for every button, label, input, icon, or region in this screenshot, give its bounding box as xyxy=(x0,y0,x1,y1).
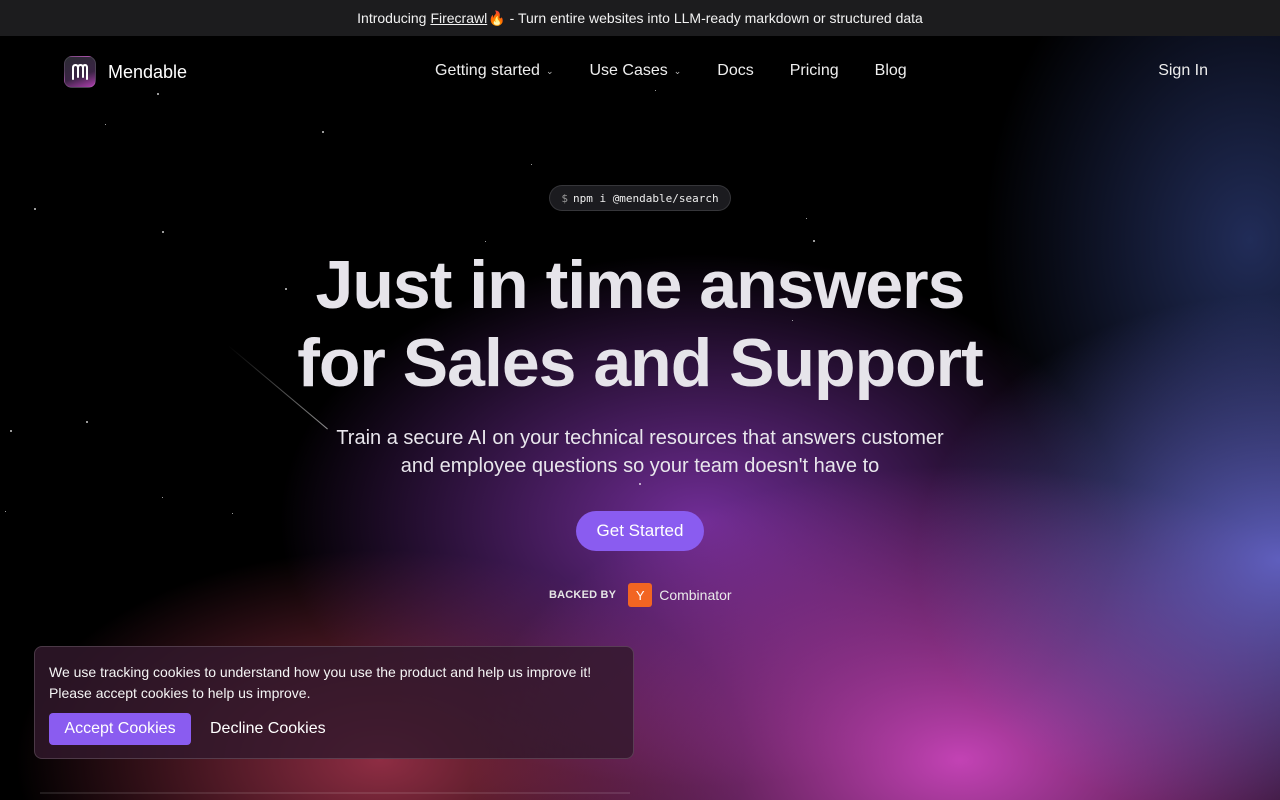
chevron-down-icon: ⌄ xyxy=(545,65,554,76)
headline-line-1: Just in time answers xyxy=(315,247,966,323)
star xyxy=(639,483,641,485)
star xyxy=(86,421,88,423)
decline-cookies-button[interactable]: Decline Cookies xyxy=(210,720,326,738)
star xyxy=(531,164,532,165)
star xyxy=(813,240,815,242)
nav-docs[interactable]: Docs xyxy=(717,62,753,80)
nav-pricing[interactable]: Pricing xyxy=(790,62,839,80)
backed-by-label: BACKED BY xyxy=(549,589,617,601)
cookie-actions: Accept Cookies Decline Cookies xyxy=(49,713,619,745)
subtitle-line-1: Train a secure AI on your technical reso… xyxy=(336,427,944,449)
y-combinator-logo-icon: Y xyxy=(628,583,653,607)
brand-logo[interactable]: Mendable xyxy=(64,56,187,88)
announcement-banner: Introducing Firecrawl 🔥 - Turn entire we… xyxy=(0,0,1280,36)
install-command: npm i @mendable/search xyxy=(572,191,719,205)
star xyxy=(105,124,106,125)
star xyxy=(485,241,486,242)
firecrawl-link[interactable]: Firecrawl xyxy=(430,10,487,26)
star xyxy=(232,513,233,514)
get-started-button[interactable]: Get Started xyxy=(576,511,704,551)
nav-item-label: Docs xyxy=(717,62,754,79)
nav-blog[interactable]: Blog xyxy=(875,62,907,80)
hero-headline: Just in time answers for Sales and Suppo… xyxy=(0,246,1280,402)
star xyxy=(10,430,12,432)
backed-by-badge: BACKED BY Y Combinator xyxy=(549,583,732,607)
star xyxy=(34,208,36,210)
mendable-logo-icon xyxy=(64,56,96,88)
nav-item-label: Blog xyxy=(874,62,907,79)
brand-name: Mendable xyxy=(108,61,188,82)
accept-cookies-button[interactable]: Accept Cookies xyxy=(49,713,191,745)
nav-item-label: Use Cases xyxy=(589,62,668,79)
cookie-message-line-2: Please accept cookies to help us improve… xyxy=(49,685,311,701)
star xyxy=(322,131,324,133)
install-command-pill[interactable]: $ npm i @mendable/search xyxy=(549,185,731,211)
y-combinator-name: Combinator xyxy=(659,587,732,603)
top-navigation: Mendable Getting started ⌄ Use Cases ⌄ D… xyxy=(0,36,1280,108)
section-divider xyxy=(40,792,630,794)
star xyxy=(5,511,6,512)
cookie-message-line-1: We use tracking cookies to understand ho… xyxy=(49,664,592,680)
banner-suffix: - Turn entire websites into LLM-ready ma… xyxy=(509,10,923,26)
terminal-prompt: $ xyxy=(561,191,568,205)
headline-line-2: for Sales and Support xyxy=(297,325,984,401)
star xyxy=(162,231,164,233)
nav-item-label: Getting started xyxy=(435,62,540,79)
fire-icon: 🔥 xyxy=(488,9,506,26)
sign-in-link[interactable]: Sign In xyxy=(1158,62,1208,80)
nav-item-label: Pricing xyxy=(789,62,839,79)
cookie-message: We use tracking cookies to understand ho… xyxy=(49,662,619,704)
cookie-consent-dialog: We use tracking cookies to understand ho… xyxy=(34,646,634,759)
chevron-down-icon: ⌄ xyxy=(673,65,682,76)
subtitle-line-2: and employee questions so your team does… xyxy=(400,455,880,477)
main-menu: Getting started ⌄ Use Cases ⌄ Docs Prici… xyxy=(435,62,907,80)
banner-prefix: Introducing xyxy=(357,10,427,26)
hero-subtitle: Train a secure AI on your technical reso… xyxy=(290,424,990,480)
nav-use-cases[interactable]: Use Cases ⌄ xyxy=(590,62,682,80)
star xyxy=(162,497,163,498)
nav-getting-started[interactable]: Getting started ⌄ xyxy=(435,62,554,80)
star xyxy=(806,218,807,219)
